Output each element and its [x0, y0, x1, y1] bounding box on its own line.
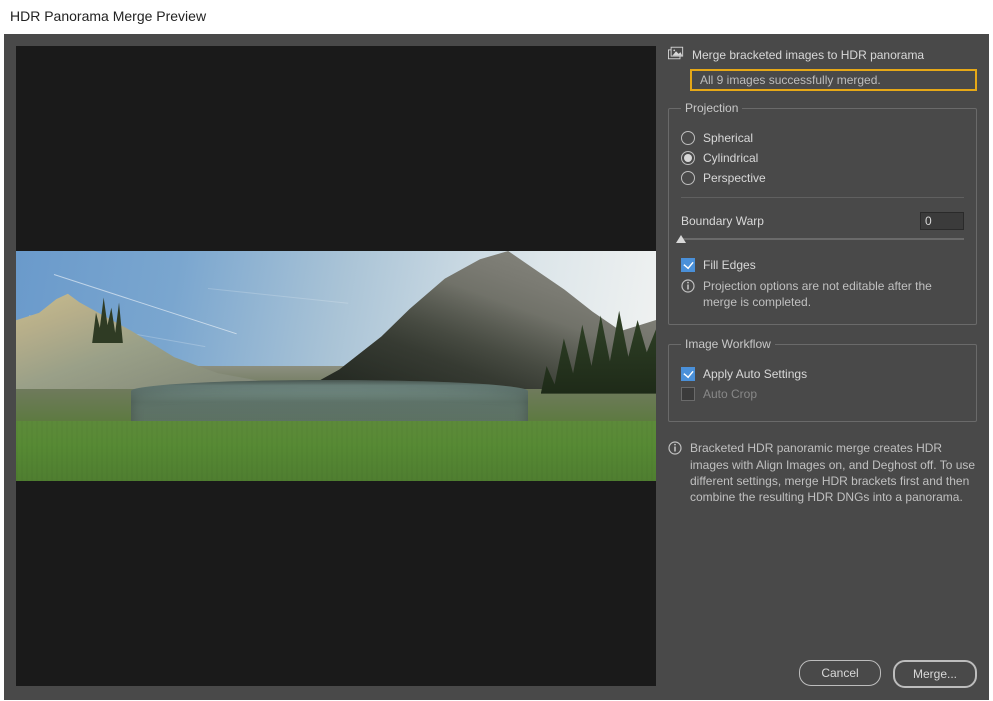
projection-cylindrical-radio[interactable]: Cylindrical	[681, 151, 964, 165]
checkbox-label: Fill Edges	[703, 258, 756, 272]
radio-icon	[681, 151, 695, 165]
dialog-body: Merge bracketed images to HDR panorama A…	[4, 34, 989, 700]
projection-spherical-radio[interactable]: Spherical	[681, 131, 964, 145]
merge-header-label: Merge bracketed images to HDR panorama	[692, 48, 924, 62]
projection-group: Projection Spherical Cylindrical Perspec…	[668, 101, 977, 325]
radio-label: Perspective	[703, 171, 766, 185]
preview-viewport[interactable]	[16, 46, 656, 686]
merge-button[interactable]: Merge...	[893, 660, 977, 688]
checkbox-label: Apply Auto Settings	[703, 367, 807, 381]
workflow-legend: Image Workflow	[681, 337, 775, 351]
window-title: HDR Panorama Merge Preview	[0, 0, 993, 30]
separator	[681, 197, 964, 198]
checkbox-icon	[681, 258, 695, 272]
radio-icon	[681, 171, 695, 185]
info-icon	[668, 441, 682, 455]
image-stack-icon	[668, 46, 684, 63]
apply-auto-settings-checkbox[interactable]: Apply Auto Settings	[681, 367, 964, 381]
projection-legend: Projection	[681, 101, 742, 115]
panorama-preview-image	[16, 251, 656, 481]
radio-label: Spherical	[703, 131, 753, 145]
checkbox-icon	[681, 387, 695, 401]
auto-crop-checkbox: Auto Crop	[681, 387, 964, 401]
projection-perspective-radio[interactable]: Perspective	[681, 171, 964, 185]
merge-status-highlight: All 9 images successfully merged.	[690, 69, 977, 91]
radio-label: Cylindrical	[703, 151, 758, 165]
fill-edges-checkbox[interactable]: Fill Edges	[681, 258, 964, 272]
checkbox-icon	[681, 367, 695, 381]
image-workflow-group: Image Workflow Apply Auto Settings Auto …	[668, 337, 977, 422]
radio-icon	[681, 131, 695, 145]
checkbox-label: Auto Crop	[703, 387, 757, 401]
boundary-warp-label: Boundary Warp	[681, 214, 764, 228]
preview-pane	[4, 34, 664, 700]
boundary-warp-slider[interactable]	[681, 232, 964, 246]
cancel-button[interactable]: Cancel	[799, 660, 881, 686]
info-icon	[681, 279, 695, 293]
options-pane: Merge bracketed images to HDR panorama A…	[664, 34, 989, 700]
footer-note: Bracketed HDR panoramic merge creates HD…	[690, 440, 977, 505]
boundary-warp-input[interactable]	[920, 212, 964, 230]
projection-note: Projection options are not editable afte…	[703, 278, 964, 310]
